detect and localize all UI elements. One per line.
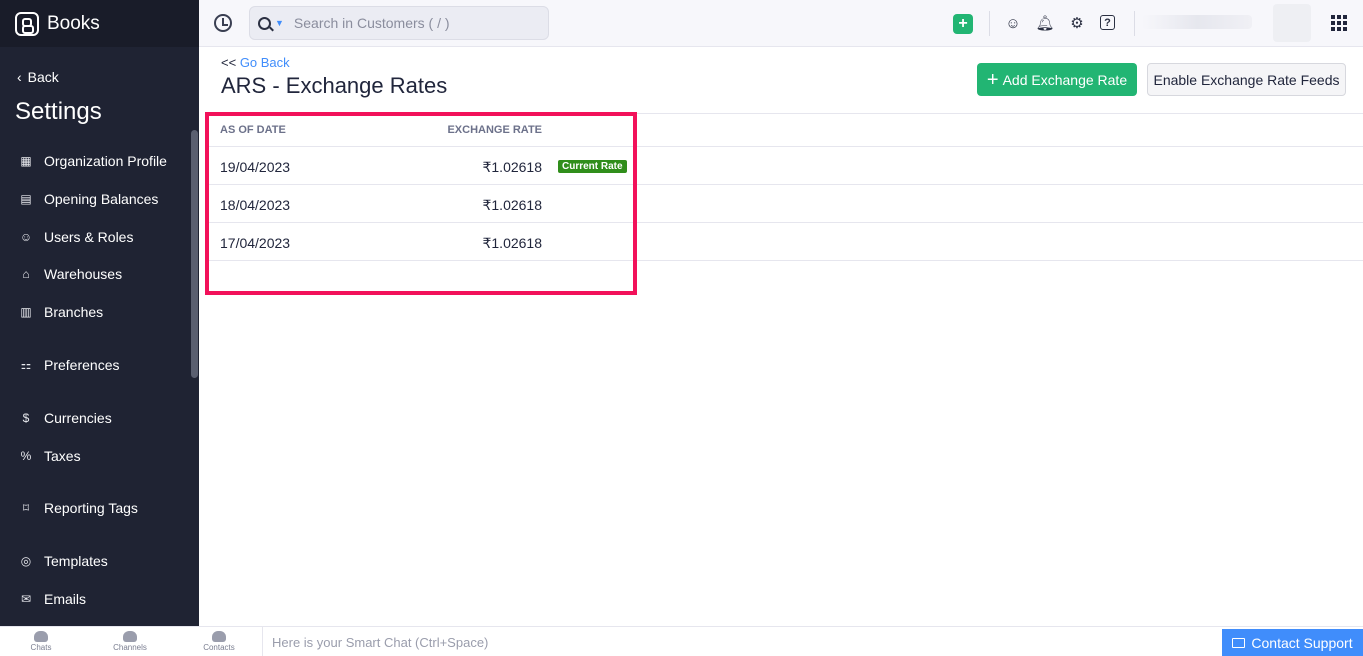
contact-support-button[interactable]: Contact Support (1222, 629, 1363, 656)
branch-icon: ▥ (20, 305, 32, 319)
channels-icon (123, 631, 137, 642)
gear-icon[interactable]: ⚙ (1068, 14, 1086, 32)
sidebar-item-preferences[interactable]: ⚏ Preferences (0, 350, 190, 380)
sidebar-item-currencies[interactable]: $ Currencies (0, 403, 190, 433)
ledger-icon: ▤ (20, 192, 32, 206)
divider (989, 11, 990, 36)
divider (1134, 11, 1135, 36)
sidebar-item-label: Templates (44, 553, 108, 569)
back-link[interactable]: ‹ Back (17, 69, 59, 85)
sidebar-item-users-roles[interactable]: ☺ Users & Roles (0, 222, 190, 252)
page-title: ARS - Exchange Rates (221, 73, 448, 98)
back-label: Back (27, 69, 59, 85)
chats-tab[interactable]: Chats (11, 631, 71, 652)
add-exchange-rate-button[interactable]: + Add Exchange Rate (977, 63, 1137, 96)
smart-chat-input[interactable]: Here is your Smart Chat (Ctrl+Space) (262, 627, 1222, 656)
sidebar-item-taxes[interactable]: % Taxes (0, 441, 190, 471)
sidebar-item-label: Branches (44, 304, 104, 320)
channels-label: Channels (113, 643, 147, 652)
settings-title: Settings (15, 98, 102, 125)
sidebar-item-label: Opening Balances (44, 191, 159, 207)
channels-tab[interactable]: Channels (100, 631, 160, 652)
currency-icon: $ (22, 411, 30, 425)
sidebar-item-label: Warehouses (44, 266, 123, 282)
go-back-link[interactable]: Go Back (240, 55, 290, 70)
referral-icon[interactable]: ☺ (1004, 14, 1022, 32)
mail-icon: ✉ (20, 592, 32, 606)
sidebar-item-label: Reporting Tags (44, 500, 138, 516)
chat-icon (34, 631, 48, 642)
brand-name: Books (47, 12, 100, 34)
bottom-bar: Chats Channels Contacts Here is your Sma… (0, 626, 1363, 656)
quick-create-icon[interactable]: + (953, 14, 973, 34)
apps-grid-icon[interactable] (1331, 15, 1347, 31)
chats-label: Chats (30, 643, 52, 652)
brand[interactable]: Books (0, 0, 199, 47)
sidebar-item-reporting-tags[interactable]: ⌑ Reporting Tags (0, 493, 190, 523)
palette-icon: ◎ (20, 554, 32, 568)
percent-icon: % (20, 449, 32, 463)
sidebar-item-label: Taxes (44, 448, 81, 464)
topbar: ▼ + ☺ 🔔︎ ⚙ ? (199, 0, 1363, 47)
sidebar-item-organization-profile[interactable]: ▦ Organization Profile (0, 146, 190, 176)
contacts-label: Contacts (203, 643, 235, 652)
contact-support-label: Contact Support (1251, 635, 1353, 651)
search-input[interactable] (293, 15, 534, 31)
users-icon: ☺ (19, 230, 33, 244)
organization-name[interactable] (1142, 15, 1252, 29)
sidebar-item-emails[interactable]: ✉ Emails (0, 584, 190, 614)
go-back-prefix: << (221, 55, 237, 70)
toggles-icon: ⚏ (20, 358, 32, 372)
sidebar-item-label: Emails (44, 591, 87, 607)
enable-feeds-button[interactable]: Enable Exchange Rate Feeds (1147, 63, 1346, 96)
bell-icon[interactable]: 🔔︎ (1035, 14, 1054, 32)
avatar[interactable] (1273, 4, 1311, 42)
sidebar-item-opening-balances[interactable]: ▤ Opening Balances (0, 184, 190, 214)
mail-icon (1232, 638, 1246, 648)
add-exchange-rate-label: Add Exchange Rate (1002, 71, 1128, 88)
sidebar-item-warehouses[interactable]: ⌂ Warehouses (0, 259, 190, 289)
sidebar-scrollbar[interactable] (191, 130, 198, 378)
building-icon: ▦ (20, 154, 32, 168)
sidebar-item-label: Users & Roles (44, 229, 134, 245)
search-icon[interactable] (258, 16, 271, 30)
tag-icon: ⌑ (22, 501, 30, 515)
help-icon[interactable]: ? (1100, 15, 1115, 30)
history-icon[interactable] (214, 14, 232, 32)
sidebar: Books ‹ Back Settings ▦ Organization Pro… (0, 0, 199, 626)
contact-icon (212, 631, 226, 642)
highlight-annotation (205, 112, 637, 295)
sidebar-item-label: Preferences (44, 357, 120, 373)
chevron-left-icon: ‹ (17, 69, 22, 85)
search-box[interactable]: ▼ (249, 6, 549, 40)
chevron-down-icon[interactable]: ▼ (275, 18, 284, 28)
warehouse-icon: ⌂ (22, 267, 30, 281)
sidebar-item-label: Organization Profile (44, 153, 167, 169)
sidebar-item-label: Currencies (44, 410, 112, 426)
sidebar-item-templates[interactable]: ◎ Templates (0, 546, 190, 576)
sidebar-item-branches[interactable]: ▥ Branches (0, 297, 190, 327)
plus-icon: + (986, 68, 999, 91)
books-logo-icon (15, 11, 39, 36)
go-back: << Go Back (221, 55, 290, 70)
contacts-tab[interactable]: Contacts (189, 631, 249, 652)
